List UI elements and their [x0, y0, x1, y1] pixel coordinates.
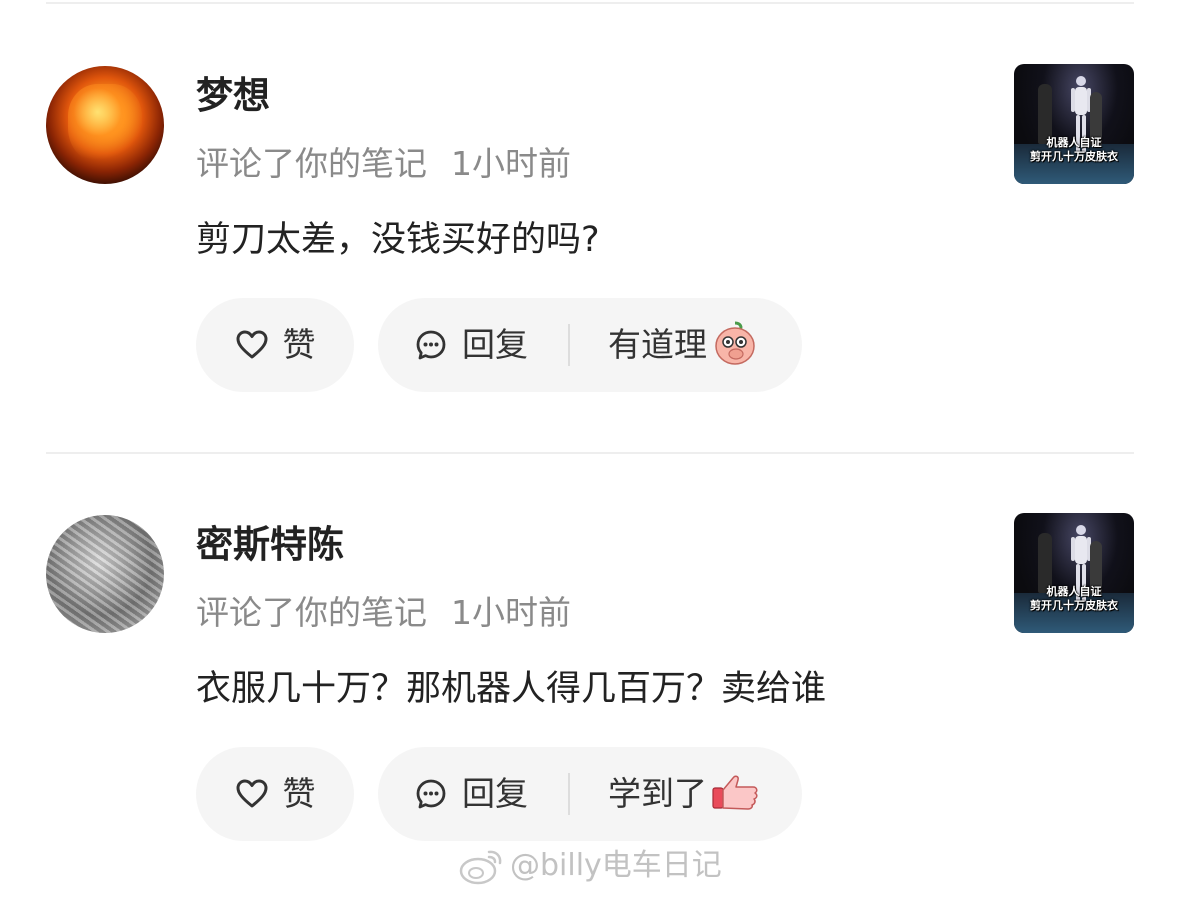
- quick-reaction-button[interactable]: 有道理: [608, 319, 759, 371]
- watermark: @billy电车日记: [458, 846, 722, 886]
- person-figure: [1038, 84, 1052, 144]
- reply-button[interactable]: 回复: [414, 774, 528, 814]
- heart-outline-icon: [235, 328, 269, 362]
- quick-reaction-button[interactable]: 学到了: [608, 772, 761, 816]
- thumbnail-caption: 机器人自证: [1046, 585, 1102, 598]
- like-label: 赞: [282, 774, 316, 813]
- thumbs-up-emoji: [711, 772, 761, 816]
- thumbnail-caption: 剪开几十万皮肤衣: [1030, 150, 1118, 163]
- timestamp: 1小时前: [451, 593, 571, 632]
- like-button[interactable]: 赞: [196, 747, 354, 841]
- timestamp: 1小时前: [451, 144, 571, 183]
- reply-label: 回复: [462, 325, 528, 364]
- avatar[interactable]: [46, 66, 164, 184]
- reaction-label: 有道理: [608, 325, 707, 364]
- username[interactable]: 密斯特陈: [196, 523, 344, 567]
- username[interactable]: 梦想: [196, 74, 270, 118]
- person-figure: [1038, 533, 1052, 593]
- avatar[interactable]: [46, 515, 164, 633]
- note-thumbnail[interactable]: 机器人自证 剪开几十万皮肤衣: [1014, 513, 1134, 633]
- reply-label: 回复: [462, 774, 528, 813]
- reply-button[interactable]: 回复: [414, 325, 528, 365]
- top-divider: [46, 2, 1134, 4]
- speech-bubble-icon: [414, 777, 448, 811]
- comment-text[interactable]: 衣服几十万？那机器人得几百万？卖给谁: [196, 667, 826, 711]
- action-text: 评论了你的笔记: [196, 144, 427, 183]
- comment-item: 密斯特陈 评论了你的笔记 1小时前 衣服几十万？那机器人得几百万？卖给谁 赞 回复…: [0, 513, 1179, 855]
- like-button[interactable]: 赞: [196, 298, 354, 392]
- note-thumbnail[interactable]: 机器人自证 剪开几十万皮肤衣: [1014, 64, 1134, 184]
- comment-item: 梦想 评论了你的笔记 1小时前 剪刀太差，没钱买好的吗? 赞 回复 有道理 机器…: [0, 64, 1179, 406]
- thinking-peach-emoji: [711, 319, 759, 371]
- pill-separator: [568, 773, 570, 815]
- comment-divider: [46, 452, 1134, 454]
- weibo-logo-icon: [459, 850, 502, 885]
- action-text: 评论了你的笔记: [196, 593, 427, 632]
- comment-meta: 评论了你的笔记 1小时前: [196, 144, 571, 184]
- like-label: 赞: [282, 325, 316, 364]
- watermark-text: @billy电车日记: [510, 848, 722, 883]
- comment-text[interactable]: 剪刀太差，没钱买好的吗?: [196, 218, 600, 262]
- comment-meta: 评论了你的笔记 1小时前: [196, 593, 571, 633]
- action-pill: 回复 有道理: [378, 298, 802, 392]
- speech-bubble-icon: [414, 328, 448, 362]
- thumbnail-caption: 机器人自证: [1046, 136, 1102, 149]
- reaction-label: 学到了: [608, 774, 707, 813]
- pill-separator: [568, 324, 570, 366]
- heart-outline-icon: [235, 777, 269, 811]
- thumbnail-caption: 剪开几十万皮肤衣: [1030, 599, 1118, 612]
- action-pill: 回复 学到了: [378, 747, 802, 841]
